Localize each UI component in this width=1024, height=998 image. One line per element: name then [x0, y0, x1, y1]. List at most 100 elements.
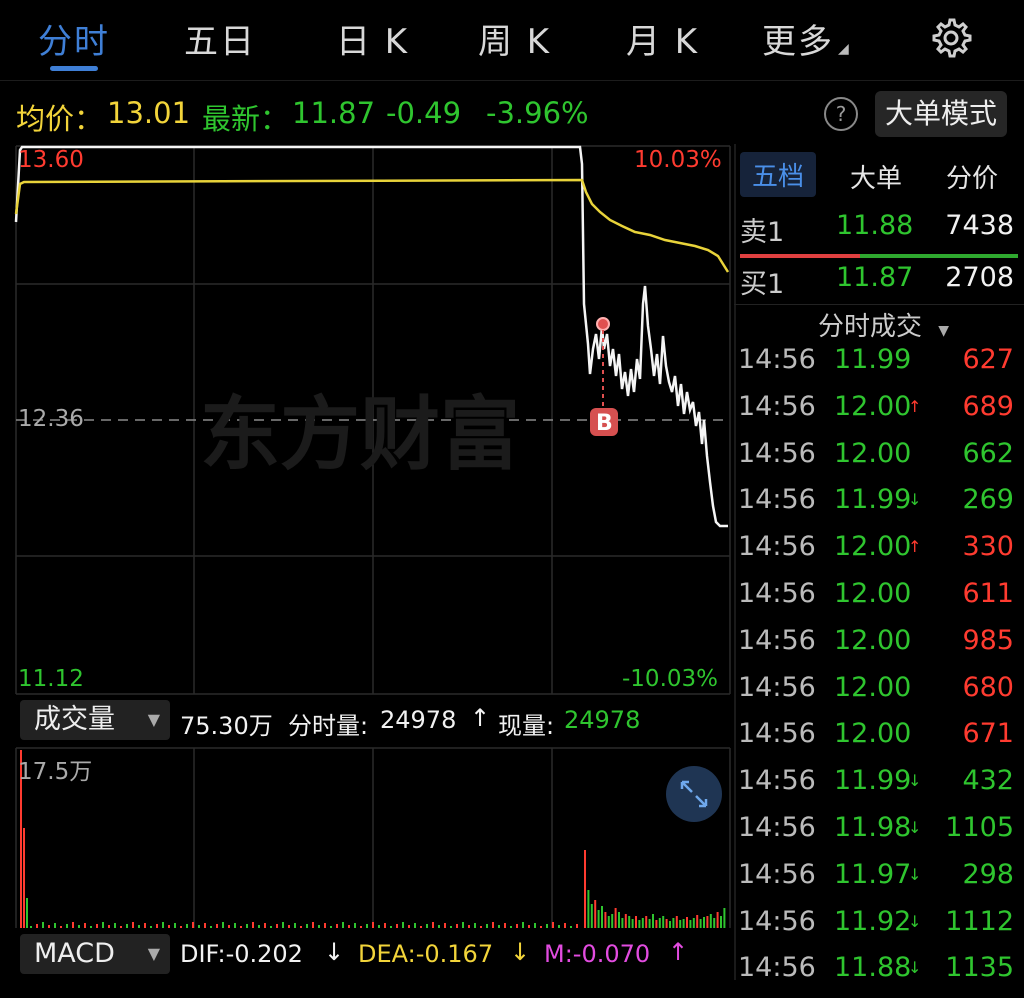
avg-price-value: 13.01: [107, 96, 191, 130]
volume-bar: [432, 922, 434, 928]
price-summary-row: 均价： 13.01 最新： 11.87 -0.49 -3.96% ? 大单模式: [0, 86, 1024, 142]
volume-bar: [652, 914, 654, 928]
volume-bar: [138, 925, 140, 928]
volume-bar: [699, 919, 702, 928]
tick-time: 14:56: [738, 390, 816, 422]
tab-five-levels[interactable]: 五档: [740, 152, 817, 197]
active-tab-indicator: [50, 66, 98, 71]
volume-bar: [360, 926, 362, 928]
price-change-percent: -3.96%: [486, 96, 589, 130]
volume-bar: [126, 924, 128, 928]
price-chart-svg: 东方财富 B: [14, 145, 731, 695]
volume-chart-svg: [15, 747, 731, 928]
macd-indicator-dropdown[interactable]: MACD ▼: [20, 934, 170, 974]
buy-label: 买1: [740, 269, 785, 300]
volume-bar: [150, 926, 152, 928]
volume-bar: [426, 924, 428, 928]
volume-bar: [132, 922, 134, 928]
tick-volume: 985: [962, 624, 1014, 656]
volume-bar: [558, 925, 560, 928]
volume-bar: [611, 914, 614, 928]
tick-direction-icon: ↓: [908, 771, 922, 791]
volume-bar: [498, 925, 500, 928]
tick-price: 11.99: [834, 344, 912, 375]
volume-indicator-dropdown[interactable]: 成交量 ▼: [20, 700, 170, 740]
price-high-label: 13.60: [18, 147, 84, 173]
tab-more[interactable]: 更多 ◢: [762, 14, 851, 63]
tab-more-label: 更多: [762, 22, 834, 62]
tick-volume: 1112: [945, 905, 1014, 937]
buy-marker-letter: B: [596, 411, 613, 436]
tick-row: 14:56 11.88 ↓ 1135: [734, 952, 1024, 998]
tick-volume: 611: [962, 578, 1014, 609]
macd-dif-value: DIF:-0.202: [180, 940, 303, 968]
tick-price: 12.00: [834, 437, 912, 469]
tick-volume: 330: [962, 531, 1014, 563]
price-change: -0.49: [386, 96, 462, 130]
tab-monthly-k[interactable]: 月 K: [626, 14, 699, 63]
volume-bar: [120, 926, 122, 928]
volume-bar: [204, 923, 206, 928]
tick-price: 11.98: [834, 812, 912, 843]
volume-bar: [675, 916, 678, 928]
volume-bar: [246, 924, 248, 928]
volume-info-bar: 成交量 ▼ 75.30万 分时量: 24978 ↑ 现量: 24978: [0, 698, 732, 744]
tick-price: 11.92: [834, 905, 912, 937]
caret-down-icon: ▼: [938, 323, 950, 339]
tick-row: 14:56 12.00 680: [734, 672, 1024, 718]
tick-time: 14:56: [738, 671, 816, 703]
avg-price-label: 均价：: [16, 102, 104, 136]
volume-bar: [534, 923, 536, 928]
volume-chart[interactable]: 17.5万: [0, 746, 732, 930]
tick-volume: 689: [962, 390, 1014, 422]
expand-arrows-icon: [680, 780, 708, 808]
macd-info-bar: MACD ▼ DIF:-0.202 ↓ DEA:-0.167 ↓ M:-0.07…: [0, 932, 732, 980]
volume-bar: [66, 924, 68, 928]
tab-intraday[interactable]: 分时: [38, 14, 110, 63]
tick-price: 12.00: [834, 624, 912, 656]
dropdown-caret-icon: ▼: [147, 944, 160, 963]
volume-bar: [372, 922, 374, 928]
volume-bar: [635, 916, 637, 928]
sell-depth-bar: [740, 254, 860, 258]
sell-level-1: 卖1 11.88 7438: [734, 210, 1024, 254]
settings-gear-icon[interactable]: [926, 14, 974, 62]
average-price-line: [14, 178, 730, 273]
volume-bar: [456, 924, 458, 928]
expand-chart-button[interactable]: [666, 766, 722, 822]
volume-bar: [552, 922, 554, 928]
tab-weekly-k[interactable]: 周 K: [478, 14, 551, 63]
volume-bar: [192, 922, 194, 928]
ticks-header-dropdown[interactable]: 分时成交 ▼: [818, 306, 949, 343]
tab-five-day[interactable]: 五日: [184, 14, 256, 63]
tick-volume: 432: [962, 765, 1014, 797]
volume-bar: [621, 918, 624, 928]
tick-volume: 269: [962, 484, 1014, 516]
tick-direction-icon: ↑: [908, 537, 922, 557]
sell-label: 卖1: [740, 217, 785, 248]
volume-bar: [662, 916, 665, 928]
volume-bar: [402, 922, 404, 928]
volume-bar: [276, 924, 278, 928]
volume-bar: [366, 924, 368, 928]
tab-price-distribution[interactable]: 分价: [946, 158, 998, 195]
tick-time: 14:56: [738, 905, 816, 937]
volume-bar: [713, 918, 716, 928]
intraday-price-chart[interactable]: 东方财富 B 13.60 10.03% 12.36 11.12 -10.03%: [0, 144, 732, 696]
tick-price: 12.00: [834, 671, 912, 703]
volume-bar: [590, 904, 593, 928]
volume-bar: [628, 916, 631, 928]
volume-bar: [576, 924, 578, 928]
volume-bar: [396, 924, 398, 928]
tick-time: 14:56: [738, 531, 816, 563]
price-low-label: 11.12: [18, 666, 84, 692]
big-order-mode-button[interactable]: 大单模式: [875, 91, 1007, 137]
volume-bar: [587, 890, 590, 928]
help-icon[interactable]: ?: [824, 97, 858, 131]
tick-price: 12.00: [834, 578, 912, 609]
dropdown-caret-icon: ▼: [147, 710, 160, 729]
tab-big-orders[interactable]: 大单: [850, 158, 902, 195]
volume-bar: [378, 925, 380, 928]
tab-daily-k[interactable]: 日 K: [336, 14, 409, 63]
tick-time: 14:56: [738, 578, 816, 609]
